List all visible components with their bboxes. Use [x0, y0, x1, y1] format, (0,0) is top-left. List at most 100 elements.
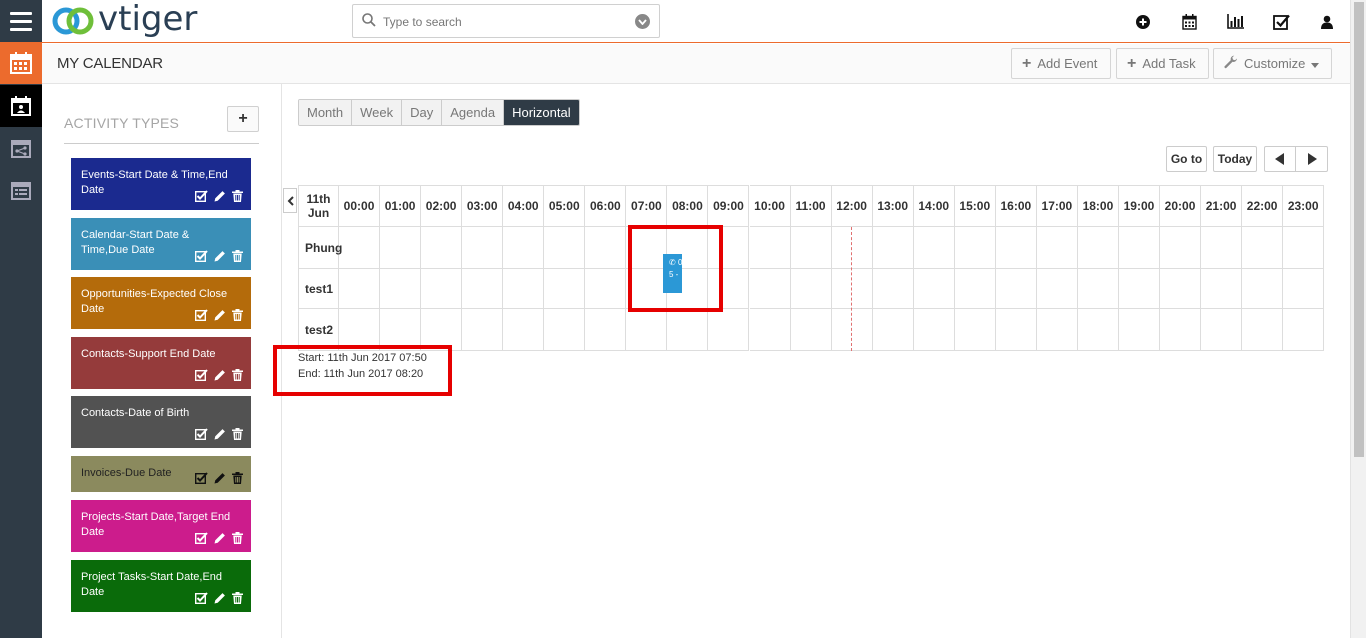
timeline-slot[interactable]	[749, 227, 791, 269]
timeline-slot[interactable]	[708, 309, 750, 351]
edit-pencil-icon[interactable]	[214, 369, 226, 381]
timeline-slot[interactable]	[626, 309, 668, 351]
calendar-icon[interactable]	[1166, 0, 1212, 43]
edit-pencil-icon[interactable]	[214, 250, 226, 262]
timeline-slot[interactable]	[585, 269, 627, 309]
quick-create-icon[interactable]	[1120, 0, 1166, 43]
activity-type-item[interactable]: Project Tasks-Start Date,End Date	[71, 560, 251, 612]
tab-horizontal[interactable]: Horizontal	[504, 100, 579, 125]
timeline-slot[interactable]	[831, 269, 873, 309]
timeline-slot[interactable]	[667, 309, 709, 351]
delete-trash-icon[interactable]	[232, 309, 243, 321]
today-button[interactable]: Today	[1213, 146, 1257, 172]
timeline-slot[interactable]	[1160, 309, 1202, 351]
timeline-slot[interactable]	[1242, 309, 1284, 351]
user-profile-icon[interactable]	[1304, 0, 1350, 43]
timeline-slot[interactable]	[1201, 227, 1243, 269]
global-search[interactable]	[352, 4, 660, 38]
activity-type-item[interactable]: Contacts-Date of Birth	[71, 396, 251, 448]
timeline-slot[interactable]	[749, 269, 791, 309]
visibility-checkbox-icon[interactable]	[195, 592, 208, 604]
shared-calendar-icon[interactable]	[0, 127, 42, 169]
timeline-slot[interactable]	[1036, 309, 1078, 351]
timeline-slot[interactable]	[503, 227, 545, 269]
delete-trash-icon[interactable]	[232, 369, 243, 381]
timeline-slot[interactable]	[995, 269, 1037, 309]
goto-button[interactable]: Go to	[1166, 146, 1207, 172]
timeline-slot[interactable]	[1118, 309, 1160, 351]
visibility-checkbox-icon[interactable]	[195, 428, 208, 440]
delete-trash-icon[interactable]	[232, 592, 243, 604]
visibility-checkbox-icon[interactable]	[195, 309, 208, 321]
timeline-slot[interactable]	[544, 269, 586, 309]
timeline-slot[interactable]	[462, 269, 504, 309]
timeline-slot[interactable]	[790, 269, 832, 309]
timeline-slot[interactable]	[1077, 227, 1119, 269]
activity-type-item[interactable]: Contacts-Support End Date	[71, 337, 251, 389]
next-button[interactable]	[1296, 146, 1328, 172]
edit-pencil-icon[interactable]	[214, 428, 226, 440]
tab-day[interactable]: Day	[402, 100, 443, 125]
add-event-button[interactable]: + Add Event	[1011, 48, 1111, 79]
delete-trash-icon[interactable]	[232, 532, 243, 544]
edit-pencil-icon[interactable]	[214, 309, 226, 321]
search-dropdown-icon[interactable]	[635, 14, 650, 29]
activity-type-item[interactable]: Calendar-Start Date & Time,Due Date	[71, 218, 251, 270]
timeline-slot[interactable]	[585, 309, 627, 351]
timeline-slot[interactable]	[1036, 269, 1078, 309]
timeline-slot[interactable]	[872, 227, 914, 269]
activity-type-item[interactable]: Invoices-Due Date	[71, 456, 251, 492]
collapse-panel-button[interactable]	[283, 188, 297, 213]
edit-pencil-icon[interactable]	[214, 190, 226, 202]
timeline-slot[interactable]	[421, 227, 463, 269]
reports-chart-icon[interactable]	[1212, 0, 1258, 43]
visibility-checkbox-icon[interactable]	[195, 190, 208, 202]
tab-agenda[interactable]: Agenda	[442, 100, 505, 125]
tab-week[interactable]: Week	[352, 100, 403, 125]
tab-month[interactable]: Month	[299, 100, 353, 125]
delete-trash-icon[interactable]	[232, 428, 243, 440]
scrollbar-thumb[interactable]	[1354, 2, 1364, 457]
timeline-slot[interactable]	[872, 309, 914, 351]
delete-trash-icon[interactable]	[232, 472, 243, 484]
timeline-slot[interactable]	[421, 269, 463, 309]
delete-trash-icon[interactable]	[232, 250, 243, 262]
activity-type-item[interactable]: Projects-Start Date,Target End Date	[71, 500, 251, 552]
my-calendar-icon[interactable]	[0, 85, 42, 127]
timeline-slot[interactable]	[954, 227, 996, 269]
timeline-slot[interactable]	[954, 269, 996, 309]
timeline-slot[interactable]	[831, 309, 873, 351]
customize-button[interactable]: Customize	[1213, 48, 1332, 79]
visibility-checkbox-icon[interactable]	[195, 532, 208, 544]
timeline-slot[interactable]	[995, 309, 1037, 351]
timeline-slot[interactable]	[913, 309, 955, 351]
timeline-slot[interactable]	[1118, 269, 1160, 309]
vtiger-logo[interactable]: vtiger	[50, 2, 197, 40]
visibility-checkbox-icon[interactable]	[195, 472, 208, 484]
timeline-slot[interactable]	[954, 309, 996, 351]
timeline-slot[interactable]	[790, 227, 832, 269]
timeline-slot[interactable]	[872, 269, 914, 309]
timeline-slot[interactable]	[462, 309, 504, 351]
delete-trash-icon[interactable]	[232, 190, 243, 202]
timeline-slot[interactable]	[1201, 269, 1243, 309]
timeline-slot[interactable]	[1242, 269, 1284, 309]
timeline-slot[interactable]	[1077, 269, 1119, 309]
search-input[interactable]	[383, 12, 623, 32]
add-activity-type-button[interactable]: +	[227, 106, 259, 132]
timeline-slot[interactable]	[339, 227, 381, 269]
calendar-app-icon[interactable]	[0, 42, 42, 84]
activity-type-item[interactable]: Events-Start Date & Time,End Date	[71, 158, 251, 210]
calendar-list-icon[interactable]	[0, 169, 42, 211]
menu-icon[interactable]	[0, 0, 42, 42]
timeline-slot[interactable]	[380, 227, 422, 269]
timeline-slot[interactable]	[1077, 309, 1119, 351]
timeline-slot[interactable]	[1283, 269, 1325, 309]
timeline-slot[interactable]	[503, 309, 545, 351]
previous-button[interactable]	[1264, 146, 1296, 172]
timeline-slot[interactable]	[913, 269, 955, 309]
timeline-slot[interactable]	[913, 227, 955, 269]
timeline-slot[interactable]	[503, 269, 545, 309]
timeline-slot[interactable]	[462, 227, 504, 269]
timeline-slot[interactable]	[1242, 227, 1284, 269]
